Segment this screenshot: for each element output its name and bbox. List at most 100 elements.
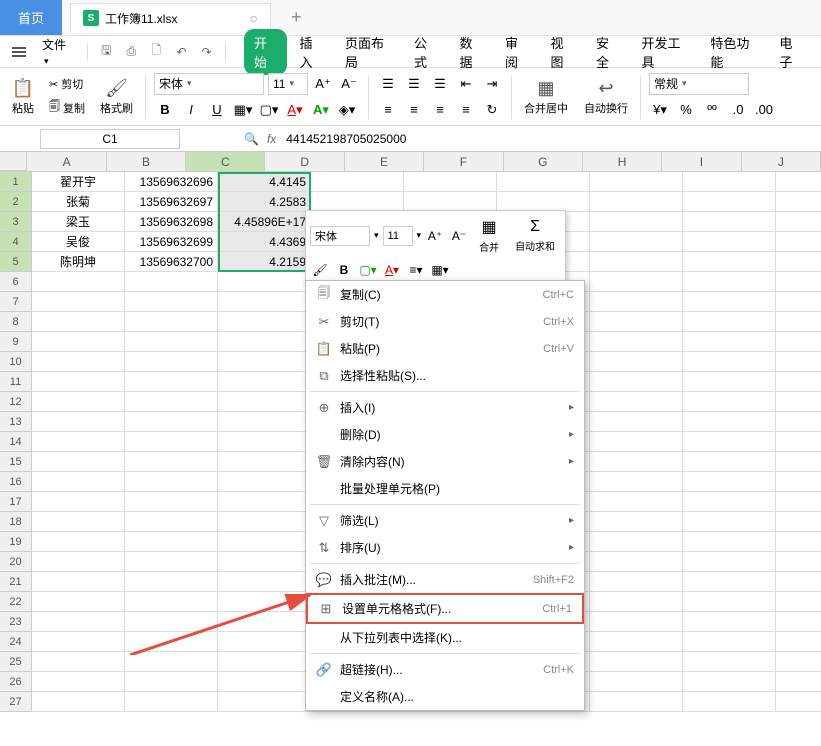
row-header[interactable]: 13 <box>0 412 32 432</box>
cell[interactable] <box>32 352 125 372</box>
cell[interactable] <box>776 172 821 192</box>
cell[interactable] <box>590 272 683 292</box>
row-header[interactable]: 3 <box>0 212 32 232</box>
cell[interactable]: 梁玉 <box>32 212 125 232</box>
cell[interactable] <box>218 592 311 612</box>
col-header-d[interactable]: D <box>265 152 344 171</box>
cell[interactable] <box>683 432 776 452</box>
tab-developer[interactable]: 开发工具 <box>631 29 698 75</box>
cell[interactable] <box>683 212 776 232</box>
cell[interactable] <box>590 652 683 672</box>
cell[interactable] <box>683 372 776 392</box>
cell[interactable]: 4.2583 <box>218 192 311 212</box>
cell[interactable]: 翟开宇 <box>32 172 125 192</box>
align-left-icon[interactable]: ≡ <box>377 99 399 121</box>
cell[interactable] <box>125 392 218 412</box>
cell[interactable] <box>776 472 821 492</box>
cell[interactable] <box>497 192 590 212</box>
cell[interactable] <box>125 592 218 612</box>
tab-security[interactable]: 安全 <box>586 29 630 75</box>
cell[interactable] <box>218 492 311 512</box>
col-header-h[interactable]: H <box>583 152 662 171</box>
cell[interactable] <box>776 512 821 532</box>
cell[interactable] <box>590 632 683 652</box>
merge-button[interactable]: ▦ 合并居中 <box>520 76 572 118</box>
redo-icon[interactable]: ↷ <box>199 44 214 60</box>
bold-button[interactable]: B <box>154 99 176 121</box>
cell[interactable]: 4.2159 <box>218 252 311 272</box>
diamond-icon[interactable]: ◈▾ <box>336 99 358 121</box>
wrap-text-button[interactable]: ↩ 自动换行 <box>580 76 632 118</box>
cell[interactable] <box>590 472 683 492</box>
cell[interactable] <box>404 192 497 212</box>
cell[interactable] <box>590 532 683 552</box>
cut-button[interactable]: ✂剪切 <box>46 75 88 93</box>
tab-data[interactable]: 数据 <box>449 29 493 75</box>
search-function-icon[interactable]: 🔍 <box>244 132 259 146</box>
mini-increase-font-icon[interactable]: A⁺ <box>425 226 445 246</box>
cell[interactable] <box>683 292 776 312</box>
align-center-icon[interactable]: ≡ <box>403 99 425 121</box>
row-header[interactable]: 9 <box>0 332 32 352</box>
cell[interactable] <box>683 332 776 352</box>
align-top-icon[interactable]: ☰ <box>377 73 399 95</box>
currency-icon[interactable]: ¥▾ <box>649 99 671 121</box>
cell[interactable] <box>776 232 821 252</box>
font-name-combo[interactable]: 宋体▾ <box>154 73 264 95</box>
cell[interactable] <box>32 692 125 712</box>
ctx-hyperlink[interactable]: 🔗超链接(H)...Ctrl+K <box>306 656 584 683</box>
cell[interactable] <box>125 672 218 692</box>
cell[interactable] <box>776 532 821 552</box>
cell[interactable] <box>125 552 218 572</box>
cell[interactable]: 4.45896E+17 <box>218 212 311 232</box>
tab-featured[interactable]: 特色功能 <box>700 29 767 75</box>
ctx-filter[interactable]: ▽筛选(L)▸ <box>306 507 584 534</box>
cell[interactable] <box>32 432 125 452</box>
add-tab-button[interactable]: + <box>291 7 302 28</box>
row-header[interactable]: 17 <box>0 492 32 512</box>
cell[interactable] <box>32 372 125 392</box>
indent-right-icon[interactable]: ⇥ <box>481 73 503 95</box>
align-bottom-icon[interactable]: ☰ <box>429 73 451 95</box>
highlight-button[interactable]: A▾ <box>310 99 332 121</box>
cell[interactable] <box>590 672 683 692</box>
cell[interactable] <box>32 572 125 592</box>
cell[interactable] <box>590 392 683 412</box>
cell[interactable] <box>683 252 776 272</box>
cell[interactable] <box>683 532 776 552</box>
cell[interactable] <box>683 652 776 672</box>
cell[interactable] <box>125 432 218 452</box>
cell[interactable] <box>125 572 218 592</box>
cell[interactable] <box>32 452 125 472</box>
cell[interactable] <box>590 452 683 472</box>
cell[interactable] <box>590 432 683 452</box>
cell[interactable] <box>218 532 311 552</box>
cell[interactable] <box>125 372 218 392</box>
cell[interactable] <box>32 412 125 432</box>
row-header[interactable]: 5 <box>0 252 32 272</box>
cell[interactable] <box>683 672 776 692</box>
copy-button[interactable]: 🗐复制 <box>46 97 88 118</box>
cell[interactable] <box>776 572 821 592</box>
cell[interactable] <box>776 452 821 472</box>
cell[interactable] <box>683 692 776 712</box>
ctx-sort[interactable]: ⇅排序(U)▸ <box>306 534 584 561</box>
cell[interactable] <box>32 332 125 352</box>
cell[interactable] <box>32 632 125 652</box>
cell[interactable] <box>218 352 311 372</box>
cell[interactable] <box>776 632 821 652</box>
cell[interactable] <box>776 652 821 672</box>
ctx-clear[interactable]: 🗑清除内容(N)▸ <box>306 448 584 475</box>
row-header[interactable]: 19 <box>0 532 32 552</box>
cell[interactable] <box>125 352 218 372</box>
cell[interactable] <box>32 272 125 292</box>
cell[interactable] <box>218 452 311 472</box>
underline-button[interactable]: U <box>206 99 228 121</box>
mini-align-button[interactable]: ≡▾ <box>406 260 426 280</box>
col-header-e[interactable]: E <box>345 152 424 171</box>
cell[interactable] <box>590 332 683 352</box>
cell[interactable] <box>776 252 821 272</box>
number-format-combo[interactable]: 常规▾ <box>649 73 749 95</box>
cell[interactable] <box>776 312 821 332</box>
cell[interactable] <box>32 592 125 612</box>
